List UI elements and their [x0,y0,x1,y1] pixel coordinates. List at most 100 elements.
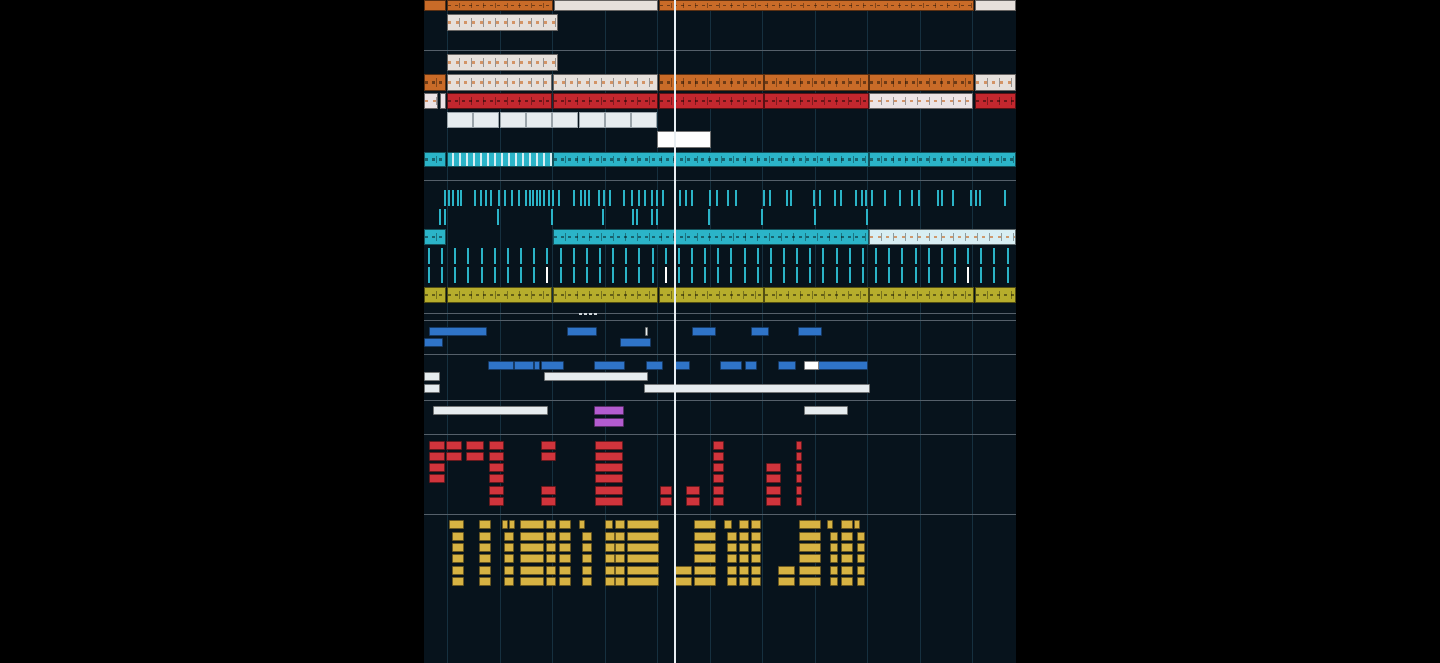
transient-marker[interactable] [494,153,496,166]
midi-note[interactable] [424,372,440,381]
hit-clip[interactable] [656,190,658,206]
hit-clip[interactable] [709,190,711,206]
hit-clip[interactable] [809,267,811,283]
hit-clip[interactable] [573,248,575,264]
midi-note[interactable] [766,497,781,506]
midi-note[interactable] [595,452,623,461]
hit-clip[interactable] [970,190,972,206]
midi-note[interactable] [660,486,672,495]
midi-note[interactable] [724,520,732,529]
midi-note[interactable] [479,554,491,563]
midi-note[interactable] [751,577,761,586]
midi-note[interactable] [615,543,625,552]
midi-note[interactable] [541,452,556,461]
audio-clip[interactable] [447,14,558,31]
hit-clip[interactable] [836,248,838,264]
hit-clip[interactable] [560,267,562,283]
playhead[interactable] [674,0,676,663]
midi-note[interactable] [559,554,571,563]
midi-note[interactable] [595,463,623,472]
midi-note[interactable] [739,566,749,575]
hit-clip[interactable] [744,267,746,283]
midi-note[interactable] [627,543,659,552]
midi-note[interactable] [799,554,821,563]
midi-note[interactable] [452,566,464,575]
midi-note[interactable] [804,361,819,370]
midi-note[interactable] [713,463,724,472]
midi-note[interactable] [830,554,838,563]
slice-clip[interactable] [552,112,579,128]
hit-clip[interactable] [993,248,995,264]
hit-clip[interactable] [507,267,509,283]
hit-clip[interactable] [796,267,798,283]
transient-marker[interactable] [466,153,468,166]
transient-marker[interactable] [522,153,524,166]
slice-clip[interactable] [447,112,473,128]
audio-clip[interactable] [553,152,869,167]
midi-note[interactable] [857,532,865,541]
midi-note[interactable] [559,577,571,586]
hit-clip[interactable] [704,267,706,283]
midi-note[interactable] [520,577,544,586]
hit-clip[interactable] [918,190,920,206]
hit-clip[interactable] [685,190,687,206]
hit-clip[interactable] [952,190,954,206]
hit-clip[interactable] [632,209,634,225]
midi-note[interactable] [627,554,659,563]
hit-clip[interactable] [485,190,487,206]
automation-clip[interactable] [975,287,1016,303]
midi-note[interactable] [627,566,659,575]
hit-clip[interactable] [573,190,575,206]
midi-note[interactable] [605,532,615,541]
hit-clip[interactable] [625,248,627,264]
hit-clip[interactable] [796,248,798,264]
hit-clip[interactable] [861,190,863,206]
midi-note[interactable] [605,543,615,552]
midi-note[interactable] [686,497,700,506]
midi-note[interactable] [739,543,749,552]
audio-clip[interactable] [869,74,974,91]
audio-clip[interactable] [447,0,553,11]
slice-clip[interactable] [631,112,658,128]
midi-note[interactable] [727,577,737,586]
hit-clip[interactable] [552,190,554,206]
hit-clip[interactable] [763,190,765,206]
midi-note[interactable] [674,577,692,586]
hit-clip[interactable] [507,248,509,264]
hit-clip[interactable] [638,267,640,283]
hit-clip[interactable] [586,267,588,283]
hit-clip[interactable] [980,267,982,283]
midi-note[interactable] [675,361,690,370]
audio-clip[interactable] [764,93,869,109]
hit-clip[interactable] [862,267,864,283]
hit-clip[interactable] [822,267,824,283]
midi-note[interactable] [778,577,795,586]
midi-note[interactable] [567,327,597,336]
midi-note[interactable] [796,452,802,461]
hit-clip[interactable] [691,248,693,264]
hit-clip[interactable] [546,248,548,264]
hit-clip[interactable] [678,248,680,264]
midi-note[interactable] [818,361,868,370]
hit-clip[interactable] [849,248,851,264]
hit-clip[interactable] [769,190,771,206]
midi-note[interactable] [479,543,491,552]
midi-note[interactable] [559,520,571,529]
hit-clip[interactable] [467,267,469,283]
midi-note[interactable] [504,566,514,575]
midi-note[interactable] [520,543,544,552]
slice-clip[interactable] [604,112,631,128]
hit-clip[interactable] [599,267,601,283]
midi-note[interactable] [424,384,440,393]
midi-note[interactable] [504,554,514,563]
hit-clip[interactable] [941,267,943,283]
hit-clip[interactable] [497,209,499,225]
hit-clip[interactable] [901,267,903,283]
midi-note[interactable] [739,554,749,563]
transient-marker[interactable] [501,153,503,166]
transient-marker[interactable] [529,153,531,166]
midi-note[interactable] [799,532,821,541]
hit-clip[interactable] [599,248,601,264]
midi-note[interactable] [799,566,821,575]
hit-clip[interactable] [928,267,930,283]
